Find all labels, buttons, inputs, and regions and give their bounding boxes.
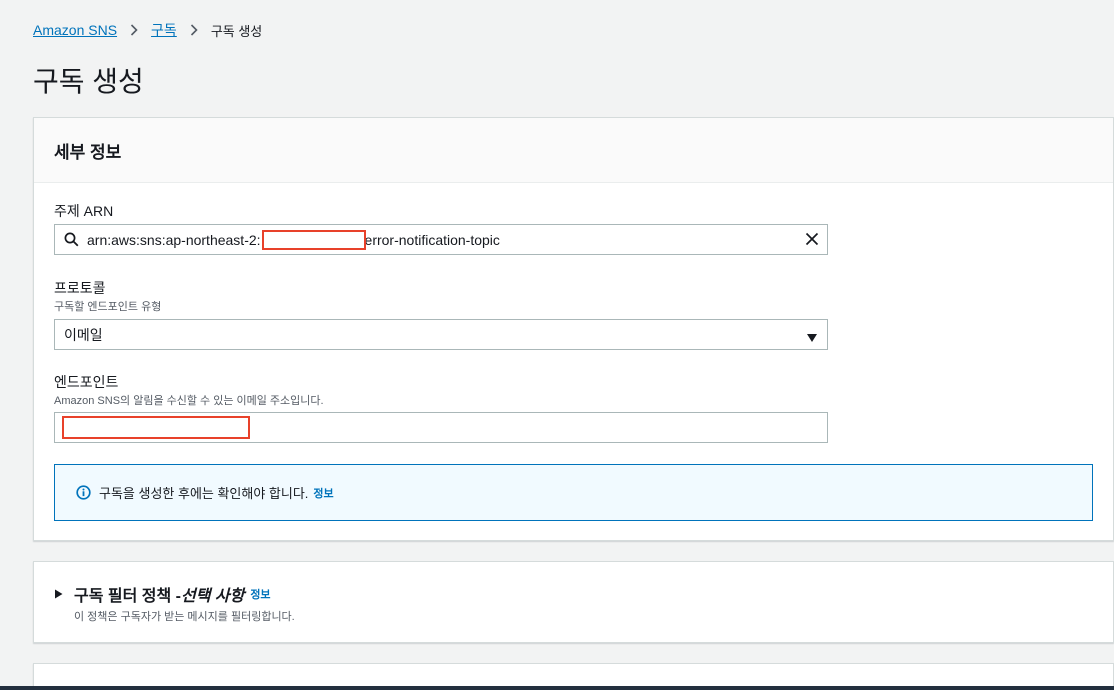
bottom-bar <box>0 686 1114 690</box>
topic-arn-input[interactable]: arn:aws:sns:ap-northeast-2: error-notifi… <box>54 224 828 255</box>
info-link[interactable]: 정보 <box>313 485 333 501</box>
redaction-box <box>262 230 366 250</box>
close-icon[interactable] <box>805 232 819 249</box>
search-icon <box>55 232 87 247</box>
protocol-description: 구독할 엔드포인트 유형 <box>54 301 162 313</box>
chevron-right-icon <box>130 24 138 36</box>
caret-right-icon <box>54 589 63 599</box>
topic-arn-label: 주제 ARN <box>54 203 114 219</box>
endpoint-description: Amazon SNS의 알림을 수신할 수 있는 이메일 주소입니다. <box>54 395 324 407</box>
topic-arn-value-prefix: arn:aws:sns:ap-northeast-2: <box>87 231 261 248</box>
filter-policy-description: 이 정책은 구독자가 받는 메시지를 필터링합니다. <box>74 611 295 623</box>
endpoint-label: 엔드포인트 <box>54 374 119 390</box>
filter-policy-toggle[interactable]: 구독 필터 정책 - 선택 사항 정보 <box>54 582 271 606</box>
topic-arn-value-suffix: error-notification-topic <box>364 231 500 248</box>
caret-down-icon <box>806 330 818 346</box>
breadcrumb-current: 구독 생성 <box>210 23 263 39</box>
filter-policy-panel: 구독 필터 정책 - 선택 사항 정보 이 정책은 구독자가 받는 메시지를 필… <box>33 561 1114 643</box>
filter-policy-title: 구독 필터 정책 - <box>74 588 181 605</box>
protocol-selected-value: 이메일 <box>64 326 103 343</box>
details-panel-title: 세부 정보 <box>54 142 122 162</box>
breadcrumb-subscriptions[interactable]: 구독 <box>151 20 177 40</box>
filter-policy-info-link[interactable]: 정보 <box>250 586 270 602</box>
details-panel-header: 세부 정보 <box>34 118 1113 183</box>
page-title: 구독 생성 <box>33 66 144 97</box>
chevron-right-icon <box>190 24 198 36</box>
breadcrumb-amazon-sns[interactable]: Amazon SNS <box>33 22 117 38</box>
breadcrumb: Amazon SNS 구독 구독 생성 <box>33 20 262 40</box>
info-icon <box>76 485 91 500</box>
protocol-label: 프로토콜 <box>54 280 106 296</box>
info-alert-text: 구독을 생성한 후에는 확인해야 합니다. <box>99 486 309 501</box>
filter-policy-optional: 선택 사항 <box>180 588 245 605</box>
info-alert: 구독을 생성한 후에는 확인해야 합니다. 정보 <box>54 464 1093 521</box>
redaction-box <box>62 416 250 439</box>
details-panel: 세부 정보 주제 ARN arn:aws:sns:ap-northeast-2:… <box>33 117 1114 541</box>
protocol-select[interactable]: 이메일 <box>54 319 828 350</box>
